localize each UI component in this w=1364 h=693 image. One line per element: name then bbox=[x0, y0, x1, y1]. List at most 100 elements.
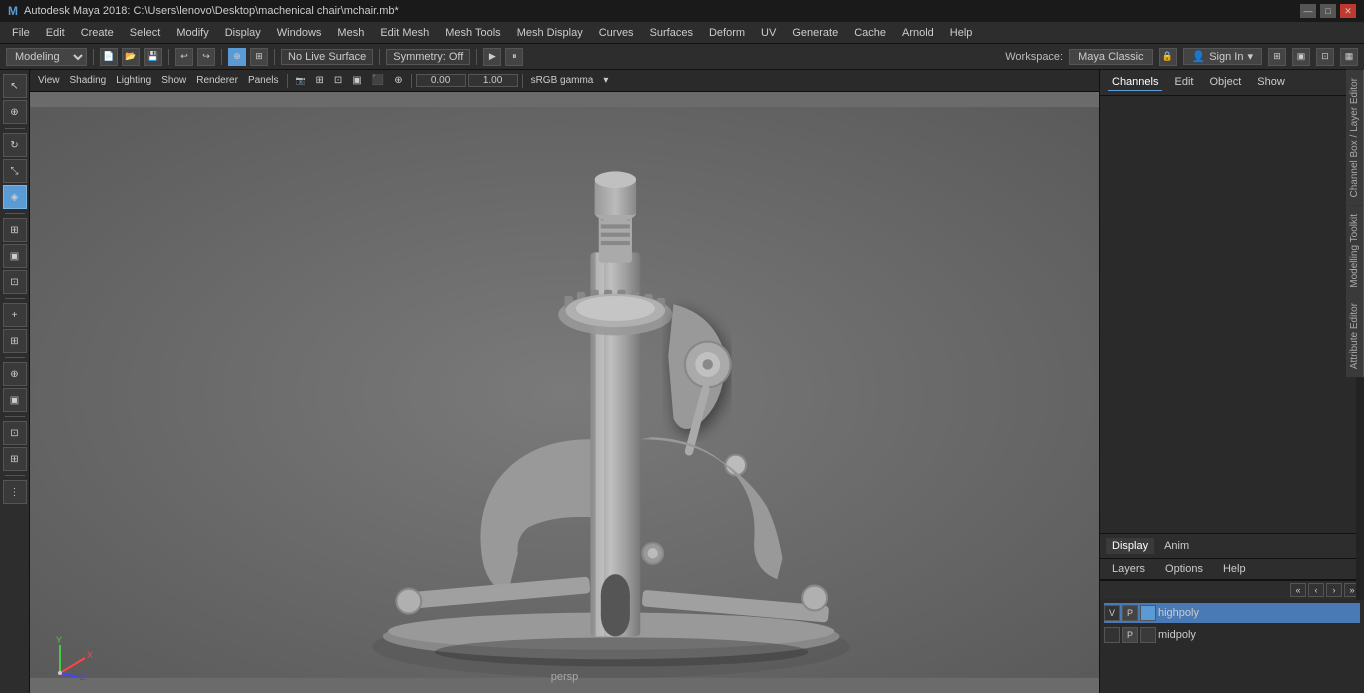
region-button[interactable]: ▣ bbox=[3, 388, 27, 412]
viewport-3d[interactable]: persp X Y Z bbox=[30, 92, 1099, 693]
layer-color-highpoly[interactable] bbox=[1140, 605, 1156, 621]
menu-surfaces[interactable]: Surfaces bbox=[642, 25, 701, 41]
sub-tab-options[interactable]: Options bbox=[1159, 561, 1209, 577]
tab-channels[interactable]: Channels bbox=[1108, 74, 1162, 91]
sub-tab-help[interactable]: Help bbox=[1217, 561, 1252, 577]
colorspace-label[interactable]: sRGB gamma bbox=[527, 74, 598, 87]
universal-manip-button[interactable]: ◈ bbox=[3, 185, 27, 209]
menu-curves[interactable]: Curves bbox=[591, 25, 642, 41]
paint-select-button[interactable]: ⊡ bbox=[3, 270, 27, 294]
menu-cache[interactable]: Cache bbox=[846, 25, 894, 41]
layer-vis-highpoly[interactable]: V bbox=[1104, 605, 1120, 621]
menu-edit[interactable]: Edit bbox=[38, 25, 73, 41]
layout-button-1[interactable]: ⊞ bbox=[1268, 48, 1286, 66]
pause-button[interactable]: ⏸ bbox=[505, 48, 523, 66]
tab-object[interactable]: Object bbox=[1205, 74, 1245, 91]
layer-p-highpoly[interactable]: P bbox=[1122, 605, 1138, 621]
menu-display[interactable]: Display bbox=[217, 25, 269, 41]
menu-bar: File Edit Create Select Modify Display W… bbox=[0, 22, 1364, 44]
rotate-button[interactable]: ↻ bbox=[3, 133, 27, 157]
maximize-button[interactable]: □ bbox=[1320, 4, 1336, 18]
menu-select[interactable]: Select bbox=[122, 25, 169, 41]
mode-dropdown[interactable]: Modeling Rigging Animation FX Rendering bbox=[6, 48, 87, 66]
menu-edit-mesh[interactable]: Edit Mesh bbox=[372, 25, 437, 41]
channel-box-header: Channels Edit Object Show bbox=[1100, 70, 1364, 96]
menu-uv[interactable]: UV bbox=[753, 25, 784, 41]
playback-button[interactable]: ▶ bbox=[483, 48, 501, 66]
redo-button[interactable]: ↪ bbox=[197, 48, 215, 66]
show-hide-button[interactable]: ⊡ bbox=[3, 421, 27, 445]
move-lasso-button[interactable]: ⊕ bbox=[3, 100, 27, 124]
shading-menu-button[interactable]: Shading bbox=[66, 74, 111, 87]
value1-display: 0.00 bbox=[416, 74, 466, 87]
lasso-select-button[interactable]: ▣ bbox=[3, 244, 27, 268]
select-tool-button[interactable]: ↖ bbox=[3, 74, 27, 98]
viewport-container: View Shading Lighting Show Renderer Pane… bbox=[30, 70, 1099, 693]
workspace-name[interactable]: Maya Classic bbox=[1069, 49, 1152, 65]
show-menu-button[interactable]: Show bbox=[157, 74, 190, 87]
nav-next[interactable]: › bbox=[1326, 583, 1342, 597]
scale-button[interactable]: ⤡ bbox=[3, 159, 27, 183]
modelling-toolkit-vertical-label[interactable]: Modelling Toolkit bbox=[1346, 206, 1364, 296]
view-menu-button[interactable]: View bbox=[34, 74, 64, 87]
layout-button-4[interactable]: ▦ bbox=[1340, 48, 1358, 66]
workspace-lock-button[interactable]: 🔒 bbox=[1159, 48, 1177, 66]
sub-tab-layers[interactable]: Layers bbox=[1106, 561, 1151, 577]
layer-p-midpoly[interactable]: P bbox=[1122, 627, 1138, 643]
camera-button[interactable]: ⊕ bbox=[3, 362, 27, 386]
layout-button-3[interactable]: ⊡ bbox=[1316, 48, 1334, 66]
layer-vis-midpoly[interactable] bbox=[1104, 627, 1120, 643]
tab-edit[interactable]: Edit bbox=[1170, 74, 1197, 91]
colorspace-arrow[interactable]: ▾ bbox=[599, 74, 612, 87]
menu-help[interactable]: Help bbox=[942, 25, 981, 41]
camera-icon-button[interactable]: 📷 bbox=[292, 75, 310, 86]
bounding-box-button[interactable]: ⊕ bbox=[390, 74, 406, 87]
attribute-editor-vertical-label[interactable]: Attribute Editor bbox=[1346, 295, 1364, 377]
nav-prev-prev[interactable]: « bbox=[1290, 583, 1306, 597]
panels-menu-button[interactable]: Panels bbox=[244, 74, 283, 87]
axes-indicator: X Y Z bbox=[50, 633, 90, 673]
new-scene-button[interactable]: 📄 bbox=[100, 48, 118, 66]
layer-color-midpoly[interactable] bbox=[1140, 627, 1156, 643]
layer-name-highpoly[interactable]: highpoly bbox=[1158, 607, 1360, 619]
save-button[interactable]: 💾 bbox=[144, 48, 162, 66]
menu-mesh[interactable]: Mesh bbox=[329, 25, 372, 41]
group-button[interactable]: ⊞ bbox=[3, 447, 27, 471]
nav-prev[interactable]: ‹ bbox=[1308, 583, 1324, 597]
soft-select-button[interactable]: ⊞ bbox=[3, 218, 27, 242]
menu-mesh-tools[interactable]: Mesh Tools bbox=[437, 25, 508, 41]
snap-button[interactable]: + bbox=[3, 303, 27, 327]
sign-in-button[interactable]: 👤 Sign In ▾ bbox=[1183, 48, 1262, 65]
layout-button-2[interactable]: ▣ bbox=[1292, 48, 1310, 66]
channel-box-vertical-label[interactable]: Channel Box / Layer Editor bbox=[1346, 70, 1364, 206]
layer-row-midpoly: P midpoly bbox=[1104, 625, 1360, 645]
close-button[interactable]: ✕ bbox=[1340, 4, 1356, 18]
tab-display[interactable]: Display bbox=[1106, 538, 1154, 554]
wireframe-button[interactable]: ⊡ bbox=[330, 74, 346, 87]
undo-button[interactable]: ↩ bbox=[175, 48, 193, 66]
layer-name-midpoly[interactable]: midpoly bbox=[1158, 629, 1360, 641]
smooth-button[interactable]: ▣ bbox=[348, 74, 365, 87]
snap2-button[interactable]: ⊞ bbox=[3, 329, 27, 353]
extra-tool-button[interactable]: ⋮ bbox=[3, 480, 27, 504]
renderer-menu-button[interactable]: Renderer bbox=[192, 74, 242, 87]
tab-show[interactable]: Show bbox=[1253, 74, 1289, 91]
grid-toggle-button[interactable]: ⊞ bbox=[312, 74, 328, 87]
select-mode-button[interactable]: ⊕ bbox=[228, 48, 246, 66]
tab-anim[interactable]: Anim bbox=[1158, 538, 1195, 554]
menu-modify[interactable]: Modify bbox=[168, 25, 216, 41]
menu-deform[interactable]: Deform bbox=[701, 25, 753, 41]
menu-mesh-display[interactable]: Mesh Display bbox=[509, 25, 591, 41]
live-surface-label: No Live Surface bbox=[281, 49, 373, 65]
lighting-menu-button[interactable]: Lighting bbox=[112, 74, 155, 87]
flat-button[interactable]: ⬛ bbox=[368, 74, 388, 87]
minimize-button[interactable]: — bbox=[1300, 4, 1316, 18]
menu-file[interactable]: File bbox=[4, 25, 38, 41]
open-button[interactable]: 📂 bbox=[122, 48, 140, 66]
menu-arnold[interactable]: Arnold bbox=[894, 25, 942, 41]
channel-box-tabs: Channels Edit Object Show bbox=[1108, 74, 1289, 91]
menu-create[interactable]: Create bbox=[73, 25, 122, 41]
menu-generate[interactable]: Generate bbox=[784, 25, 846, 41]
menu-windows[interactable]: Windows bbox=[269, 25, 330, 41]
snap-grid-button[interactable]: ⊞ bbox=[250, 48, 268, 66]
